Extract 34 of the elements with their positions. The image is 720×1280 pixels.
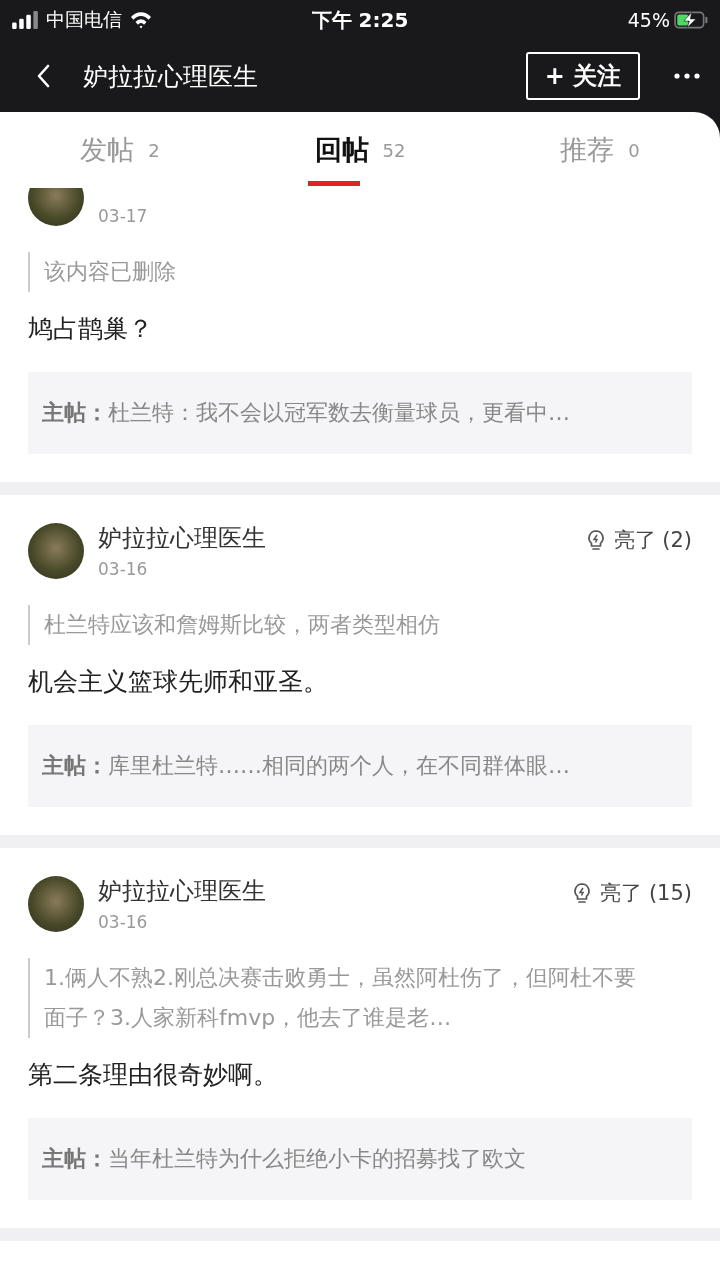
- tab-indicator: [308, 181, 360, 186]
- user-name[interactable]: 妒拉拉心理医生: [98, 523, 266, 553]
- reply-text: 第二条理由很奇妙啊。: [28, 1059, 279, 1091]
- post-date: 03-17: [98, 206, 148, 226]
- carrier-name: 中国电信: [46, 7, 122, 32]
- more-icon[interactable]: [674, 73, 700, 79]
- tab[interactable]: 回帖 52: [240, 112, 480, 188]
- main-post-link[interactable]: 主帖：杜兰特：我不会以冠军数去衡量球员，更看中…: [28, 372, 692, 454]
- page-title: 妒拉拉心理医生: [83, 60, 259, 93]
- back-icon: [36, 64, 51, 88]
- like-button[interactable]: 亮了 (2): [585, 526, 692, 554]
- lightbulb-icon: [585, 529, 606, 551]
- main-post-link[interactable]: 主帖：库里杜兰特……相同的两个人，在不同群体眼…: [28, 725, 692, 807]
- reply-text: 鸠占鹊巢？: [28, 313, 154, 345]
- like-button[interactable]: 亮了 (15): [572, 879, 692, 907]
- post-date: 03-16: [98, 912, 148, 932]
- quoted-text: 杜兰特应该和詹姆斯比较，两者类型相仿: [28, 605, 652, 645]
- follow-button[interactable]: + 关注: [526, 52, 640, 100]
- quoted-text: 1.俩人不熟2.刚总决赛击败勇士，虽然阿杜伤了，但阿杜不要面子？3.人家新科fmvp，他去了谁是老…: [28, 958, 652, 1038]
- tab-count: 2: [148, 139, 160, 161]
- user-name[interactable]: 妒拉拉心理医生: [98, 876, 266, 906]
- clock-time: 下午 2:25: [311, 6, 409, 34]
- avatar-placeholder[interactable]: [28, 876, 84, 932]
- quoted-text: 该内容已删除: [28, 252, 652, 292]
- reply-text: 机会主义篮球先师和亚圣。: [28, 666, 329, 698]
- battery-percent: 45%: [627, 9, 670, 31]
- tab-count: 52: [382, 139, 406, 161]
- wifi-icon: [130, 11, 152, 29]
- lightbulb-icon: [572, 882, 593, 904]
- avatar-placeholder[interactable]: [28, 523, 84, 579]
- signal-icon: [12, 11, 38, 29]
- main-post-link[interactable]: 主帖：当年杜兰特为什么拒绝小卡的招募找了欧文: [28, 1118, 692, 1200]
- post-date: 03-16: [98, 559, 148, 579]
- tab-count: 0: [628, 139, 640, 161]
